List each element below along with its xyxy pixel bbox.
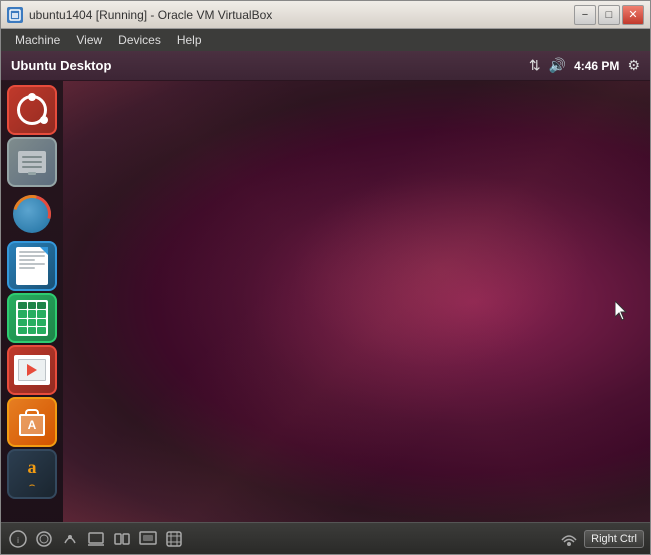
calc-cell-5 xyxy=(28,310,37,317)
launcher-writer[interactable] xyxy=(7,241,57,291)
taskbar-icon-4[interactable] xyxy=(85,528,107,550)
desktop-area: A a ⌢ xyxy=(1,81,650,522)
drawer-line-3 xyxy=(22,166,42,168)
amazon-icon-visual: a ⌢ xyxy=(28,457,37,491)
ubuntu-desktop-label: Ubuntu Desktop xyxy=(11,58,529,73)
taskbar-network-icon[interactable] xyxy=(558,528,580,550)
calc-cell-6 xyxy=(37,310,46,317)
amazon-smile: ⌢ xyxy=(29,480,36,491)
doc-line-1 xyxy=(19,251,45,253)
menu-devices[interactable]: Devices xyxy=(110,31,169,49)
desktop-wallpaper[interactable] xyxy=(63,81,650,522)
network-icon[interactable]: ⇅ xyxy=(529,57,541,74)
launcher-calc[interactable] xyxy=(7,293,57,343)
writer-icon-visual xyxy=(16,247,48,285)
taskbar-icon-7[interactable] xyxy=(163,528,185,550)
impress-slide xyxy=(18,359,46,381)
calc-cell-1 xyxy=(18,302,27,309)
bag-body: A xyxy=(19,414,45,436)
title-bar: ubuntu1404 [Running] - Oracle VM Virtual… xyxy=(1,1,650,29)
ubuntu-logo xyxy=(17,95,47,125)
drawer-handle xyxy=(28,172,36,175)
taskbar-icon-3[interactable] xyxy=(59,528,81,550)
doc-line-2 xyxy=(19,255,45,257)
topbar-system-icons: ⇅ 🔊 4:46 PM ⚙ xyxy=(529,57,640,74)
calc-cell-7 xyxy=(18,319,27,326)
window-controls: − □ ✕ xyxy=(574,5,644,25)
taskbar-icon-1[interactable]: i xyxy=(7,528,29,550)
menu-help[interactable]: Help xyxy=(169,31,210,49)
drawer-line-1 xyxy=(22,156,42,158)
calc-cell-11 xyxy=(28,327,37,334)
doc-line-5 xyxy=(19,267,35,269)
clock-display[interactable]: 4:46 PM xyxy=(574,59,619,73)
launcher-firefox[interactable] xyxy=(7,189,57,239)
calc-cell-4 xyxy=(18,310,27,317)
ubuntu-topbar: Ubuntu Desktop ⇅ 🔊 4:46 PM ⚙ xyxy=(1,51,650,81)
calc-cell-3 xyxy=(37,302,46,309)
amazon-letter: a xyxy=(28,457,37,478)
close-button[interactable]: ✕ xyxy=(622,5,644,25)
menu-machine[interactable]: Machine xyxy=(7,31,68,49)
right-ctrl-badge[interactable]: Right Ctrl xyxy=(584,530,644,548)
drawer-line-2 xyxy=(22,161,42,163)
calc-cell-12 xyxy=(37,327,46,334)
files-icon-visual xyxy=(18,151,46,173)
svg-text:i: i xyxy=(17,536,19,545)
launcher-amazon[interactable]: a ⌢ xyxy=(7,449,57,499)
calc-cell-9 xyxy=(37,319,46,326)
taskbar: i xyxy=(1,522,650,554)
drawer-visual xyxy=(18,151,46,173)
minimize-button[interactable]: − xyxy=(574,5,596,25)
appstore-icon-visual: A xyxy=(19,409,45,436)
unity-launcher: A a ⌢ xyxy=(1,81,63,522)
window-icon xyxy=(7,7,23,23)
maximize-button[interactable]: □ xyxy=(598,5,620,25)
impress-icon-visual xyxy=(14,355,50,385)
launcher-impress[interactable] xyxy=(7,345,57,395)
calc-cell-2 xyxy=(28,302,37,309)
calc-cell-10 xyxy=(18,327,27,334)
impress-play-triangle xyxy=(27,364,37,376)
firefox-icon-visual xyxy=(11,193,53,235)
launcher-ubuntu-home[interactable] xyxy=(7,85,57,135)
taskbar-icon-5[interactable] xyxy=(111,528,133,550)
virtualbox-window: ubuntu1404 [Running] - Oracle VM Virtual… xyxy=(0,0,651,555)
taskbar-icon-6[interactable] xyxy=(137,528,159,550)
launcher-software-center[interactable]: A xyxy=(7,397,57,447)
launcher-files[interactable] xyxy=(7,137,57,187)
menu-view[interactable]: View xyxy=(68,31,110,49)
taskbar-icon-2[interactable] xyxy=(33,528,55,550)
doc-line-4 xyxy=(19,263,45,265)
firefox-flame xyxy=(7,189,57,239)
calc-cell-8 xyxy=(28,319,37,326)
doc-line-3 xyxy=(19,259,35,261)
window-title: ubuntu1404 [Running] - Oracle VM Virtual… xyxy=(29,8,574,22)
settings-icon[interactable]: ⚙ xyxy=(627,57,640,74)
menu-bar: Machine View Devices Help xyxy=(1,29,650,51)
calc-icon-visual xyxy=(16,300,48,336)
volume-icon[interactable]: 🔊 xyxy=(549,57,566,74)
